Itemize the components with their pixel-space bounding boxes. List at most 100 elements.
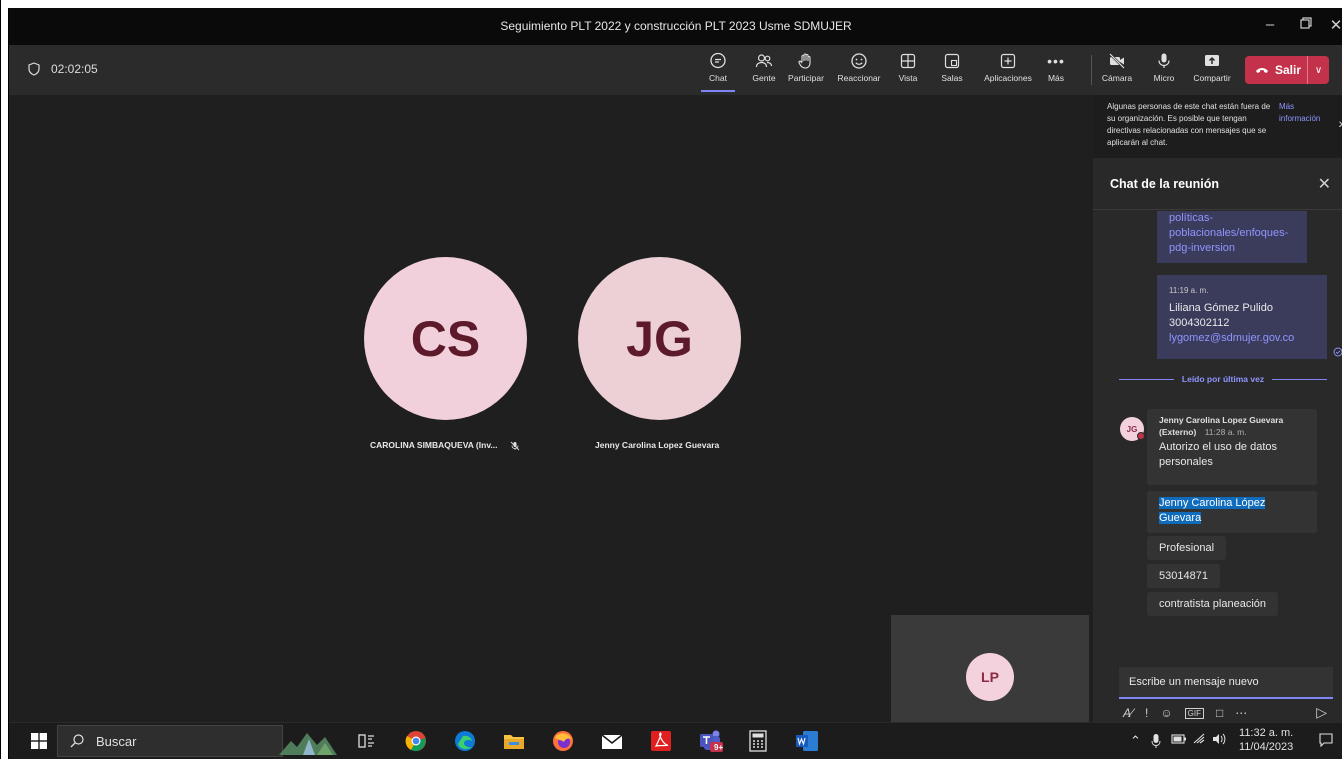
toolbar-rooms-button[interactable]: Salas (927, 51, 977, 83)
file-explorer-icon[interactable] (502, 729, 526, 753)
participant-name-jg: Jenny Carolina Lopez Guevara (595, 440, 720, 450)
shield-icon (28, 62, 40, 76)
close-chat-icon[interactable]: ✕ (1318, 174, 1331, 194)
sender-time: 11:28 a. m. (1204, 427, 1247, 437)
breakout-rooms-icon (927, 51, 977, 71)
meeting-toolbar: 02:02:05 Chat Gente Participar Reacciona… (9, 45, 1342, 95)
message-text-position: contratista planeación (1159, 598, 1267, 610)
message-text-id: 53014871 (1159, 570, 1208, 582)
chat-messages: políticas- poblacionales/enfoques- pdg-i… (1093, 211, 1342, 656)
message-contact-email[interactable]: lygomez@sdmujer.gov.co (1169, 331, 1315, 346)
message-time: 11:19 a. m. (1169, 286, 1209, 295)
search-icon (70, 734, 84, 748)
toolbar-apps-button[interactable]: Aplicaciones (983, 51, 1033, 83)
toolbar-camera-label: Cámara (1101, 73, 1133, 83)
message-other-bubble: Jenny Carolina López Guevara (1147, 491, 1317, 533)
wifi-icon[interactable] (1193, 733, 1207, 748)
timer-text: 02:02:05 (51, 62, 98, 76)
toolbar-view-label: Vista (898, 73, 918, 83)
acrobat-icon[interactable] (649, 729, 673, 753)
self-video-tile[interactable]: LP (891, 615, 1089, 722)
chat-icon (693, 51, 743, 71)
leave-label: Salir (1275, 63, 1302, 77)
calculator-icon[interactable] (746, 729, 770, 753)
sender-avatar[interactable]: JG (1120, 417, 1145, 441)
task-view-icon[interactable] (355, 729, 379, 753)
toolbar-more-button[interactable]: ••• Más (1031, 51, 1081, 83)
participant-name-cs-text: CAROLINA SIMBAQUEVA (Inv... (370, 440, 498, 450)
toolbar-view-button[interactable]: Vista (883, 51, 933, 83)
participant-name-cs: CAROLINA SIMBAQUEVA (Inv... (370, 440, 520, 451)
toolbar-react-label: Reaccionar (837, 73, 881, 83)
teams-icon[interactable]: 9+ (697, 729, 725, 753)
message-link-line-3[interactable]: pdg-inversion (1169, 241, 1295, 256)
meeting-chat-panel: Algunas personas de este chat están fuer… (1093, 95, 1342, 722)
send-icon[interactable]: ▷ (1316, 704, 1327, 721)
toolbar-apps-label: Aplicaciones (984, 73, 1032, 83)
divider-line (1272, 378, 1327, 380)
raise-hand-icon (781, 51, 831, 71)
emoji-icon[interactable]: ☺ (1160, 706, 1172, 720)
toolbar-camera-button[interactable]: Cámara (1092, 51, 1142, 83)
toolbar-chat-label: Chat (709, 73, 727, 83)
external-notice-text: Algunas personas de este chat están fuer… (1107, 102, 1271, 147)
windows-start-icon[interactable] (31, 733, 47, 749)
smiley-icon (834, 51, 884, 71)
leave-button[interactable]: Salir ∨ (1245, 56, 1329, 84)
compose-box[interactable]: Escribe un mensaje nuevo (1119, 667, 1333, 699)
toolbar-mic-label: Micro (1153, 73, 1175, 83)
chrome-icon[interactable] (404, 729, 428, 753)
chevron-down-icon[interactable]: ∨ (1308, 65, 1329, 76)
mic-tray-icon[interactable] (1151, 733, 1161, 752)
chevron-up-icon[interactable]: ⌃ (1130, 733, 1141, 749)
message-other-bubble: Profesional (1147, 536, 1227, 560)
restore-icon[interactable] (1295, 16, 1317, 33)
notifications-icon[interactable] (1319, 733, 1333, 750)
close-window-icon[interactable]: ✕ (1325, 16, 1342, 34)
camera-off-icon (1092, 51, 1142, 71)
participant-avatar-jg[interactable]: JG (578, 257, 741, 420)
leave-main[interactable]: Salir (1245, 63, 1307, 77)
sticker-icon[interactable]: □ (1216, 706, 1223, 720)
sender-external-tag: (Externo) (1159, 427, 1197, 437)
minimize-icon[interactable]: – (1259, 16, 1281, 33)
gif-icon[interactable]: GIF (1184, 707, 1204, 719)
toolbar-react-button[interactable]: Reaccionar (834, 51, 884, 83)
participant-avatar-cs[interactable]: CS (364, 257, 527, 420)
message-link-line-2[interactable]: poblacionales/enfoques- (1169, 226, 1295, 241)
message-link-line-1[interactable]: políticas- (1169, 211, 1295, 226)
volume-icon[interactable] (1212, 733, 1226, 748)
meeting-timer: 02:02:05 (27, 62, 98, 76)
battery-icon[interactable] (1171, 733, 1187, 748)
search-label: Buscar (96, 733, 137, 749)
edge-icon[interactable] (453, 729, 477, 753)
toolbar-mic-button[interactable]: Micro (1139, 51, 1189, 83)
sender-meta-line: (Externo) 11:28 a. m. (1159, 426, 1305, 438)
chat-title: Chat de la reunión (1110, 176, 1220, 191)
read-receipt-icon (1333, 347, 1342, 357)
word-icon[interactable] (795, 729, 819, 753)
mail-icon[interactable] (600, 729, 624, 753)
last-read-label: Leído por última vez (1181, 374, 1265, 384)
taskbar-clock[interactable]: 11:32 a. m. 11/04/2023 (1239, 726, 1293, 754)
chevron-right-icon[interactable]: › (1338, 116, 1342, 130)
message-other-bubble: 53014871 (1147, 564, 1220, 588)
format-icon[interactable]: A⁄ (1123, 706, 1133, 720)
self-avatar: LP (966, 653, 1014, 701)
taskbar-search[interactable]: Buscar (57, 725, 283, 757)
more-info-link[interactable]: Más información (1279, 101, 1335, 125)
toolbar-chat-button[interactable]: Chat (693, 51, 743, 92)
teams-meeting-window: Seguimiento PLT 2022 y construcción PLT … (8, 8, 1342, 759)
firefox-icon[interactable] (551, 729, 575, 753)
external-notice-banner: Algunas personas de este chat están fuer… (1093, 95, 1342, 158)
apps-plus-icon (983, 51, 1033, 71)
screen-border (0, 0, 1, 759)
more-options-icon[interactable]: ⋯ (1235, 706, 1247, 720)
sender-initials: JG (1126, 424, 1138, 434)
toolbar-share-button[interactable]: Compartir (1187, 51, 1237, 83)
sender-name: Jenny Carolina Lopez Guevara (1159, 415, 1284, 425)
toolbar-raise-hand-button[interactable]: Participar (781, 51, 831, 83)
teams-badge: 9+ (714, 743, 724, 752)
attach-icon[interactable]: ! (1145, 706, 1148, 720)
mic-icon (1139, 51, 1189, 71)
